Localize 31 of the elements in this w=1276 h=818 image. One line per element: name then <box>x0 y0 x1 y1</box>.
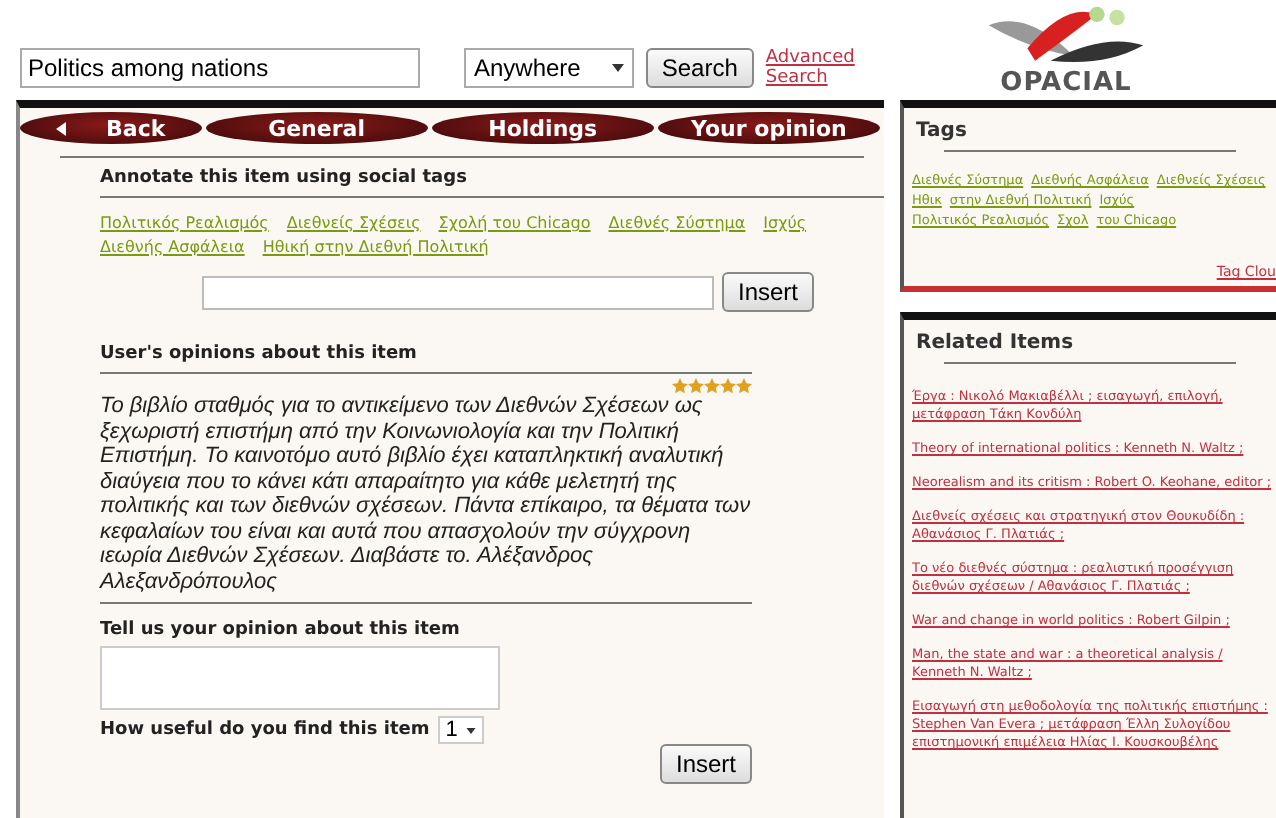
tab[interactable]: Your opinion <box>657 112 880 144</box>
tag-input[interactable] <box>202 275 714 309</box>
back-button[interactable]: Back <box>20 112 202 144</box>
section-heading: Annotate this item using social tags <box>98 166 469 188</box>
caret-icon <box>611 64 624 72</box>
search-field[interactable]: Politics among nations <box>20 48 420 88</box>
tab[interactable]: Holdings <box>431 112 654 144</box>
search-button[interactable]: Search <box>645 48 754 88</box>
advanced-search-link[interactable]: Advanced Search <box>765 48 916 88</box>
tag-link[interactable]: Διεθνείς Σχέσεις <box>286 214 421 232</box>
tag-link[interactable]: Ισχύς <box>763 214 807 232</box>
section-heading: Tell us your opinion about this item <box>98 618 462 640</box>
tag-link[interactable]: Διεθνές Σύστημα <box>608 214 746 232</box>
logo-text: OPACIAL <box>1000 70 1132 98</box>
section-heading: User's opinions about this item <box>98 342 419 364</box>
usefulness-label: How useful do you find this item <box>100 720 430 740</box>
tag-link[interactable]: Σχολή του Chicago <box>438 214 591 232</box>
tag-link[interactable]: Ηθική στην Διεθνή Πολιτική <box>262 238 489 256</box>
review-text: Το βιβλίο σταθμός για το αντικείμενο των Διεθνών Σχέσεων ως ξεχωριστή επιστήμη από την Κοινωνιολογία και την Πολιτική Επιστήμη. Το καινοτόμο αυτό βιβλίο έχει καταπληκτική αναλυτική διαύγεια που το κάνει κάτι απαραίτητο για κάθε μελετητή της πολιτικής και των διεθνών σχέσεων. Πάντα επίκαιρο, τα θέματα των κεφαλαίων του είναι και αυτά που απασχολούν την σύγχρονη ιεωρία Διεθνών Σχέσεων. Διαβάστε το. Αλέξανδρος Αλεξανδρόπουλος <box>100 394 752 594</box>
panel-title: Tags <box>914 118 969 142</box>
insert-button[interactable]: Insert <box>659 744 752 784</box>
scope-dropdown[interactable]: Anywhere <box>463 48 634 88</box>
opinion-textarea[interactable] <box>100 646 500 710</box>
panel-title: Related Items <box>914 330 1076 354</box>
tag-link[interactable]: Διεθνής Ασφάλεια <box>100 238 245 256</box>
tag-link[interactable]: Πολιτικός Ρεαλισμός <box>100 214 269 232</box>
caret-icon <box>465 727 476 733</box>
back-arrow-icon <box>56 121 67 135</box>
insert-button[interactable]: Insert <box>722 272 815 312</box>
usefulness-dropdown[interactable]: 1 <box>437 716 484 744</box>
tab[interactable]: General <box>205 112 428 144</box>
